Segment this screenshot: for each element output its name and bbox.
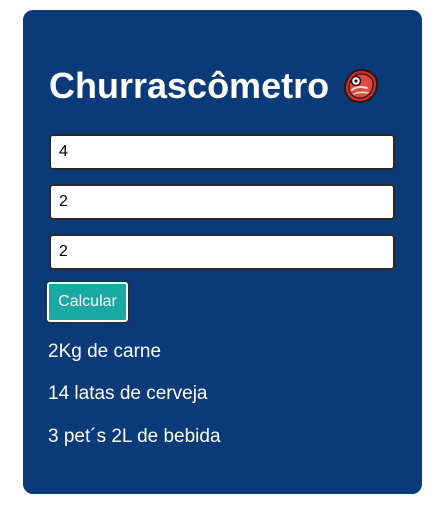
result-beer: 14 latas de cerveja — [48, 383, 208, 404]
title-row: Churrascômetro — [49, 66, 381, 106]
page-title: Churrascômetro — [49, 65, 330, 106]
churrasco-card: Churrascômetro Calcular 2Kg de carne 14 … — [23, 10, 422, 494]
guests-input-2[interactable] — [49, 184, 395, 220]
result-meat: 2Kg de carne — [48, 341, 162, 362]
meat-icon — [341, 66, 381, 106]
calculate-button[interactable]: Calcular — [47, 282, 128, 322]
guests-input-3[interactable] — [49, 234, 395, 270]
guests-input-1[interactable] — [49, 134, 395, 170]
result-drinks: 3 pet´s 2L de bebida — [48, 426, 221, 447]
